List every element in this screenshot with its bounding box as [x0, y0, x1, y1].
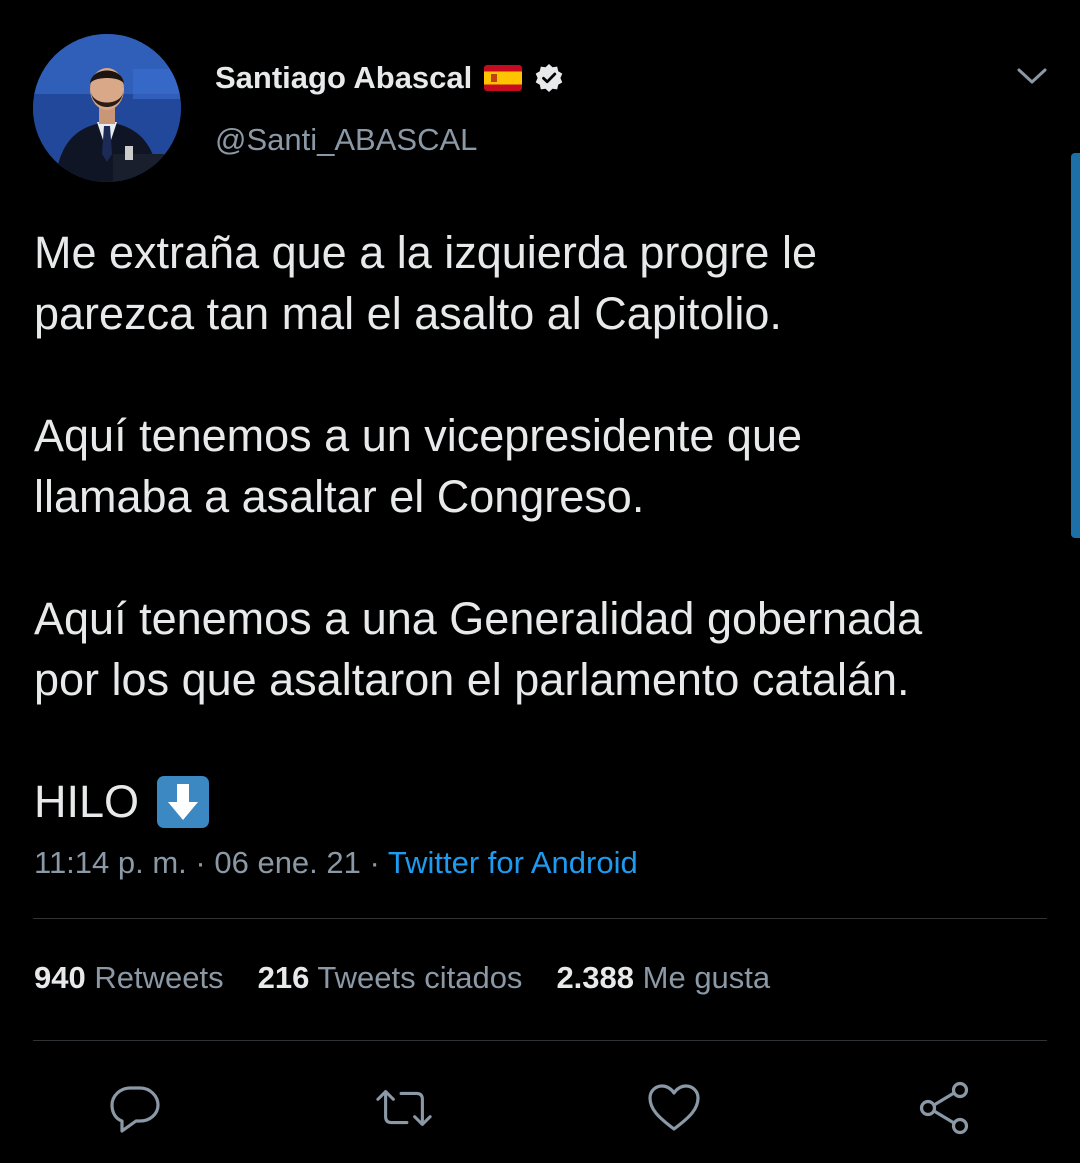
tweet-line: parezca tan mal el asalto al Capitolio.: [34, 288, 782, 339]
tweet-stats: 940 Retweets 216 Tweets citados 2.388 Me…: [34, 960, 770, 996]
like-button[interactable]: [644, 1078, 704, 1138]
chevron-down-icon[interactable]: [1014, 62, 1050, 90]
thread-label: HILO: [34, 776, 140, 827]
share-icon: [919, 1081, 969, 1135]
reply-icon: [110, 1086, 160, 1133]
tweet-line: Me extraña que a la izquierda progre le: [34, 227, 817, 278]
quotes-stat[interactable]: 216 Tweets citados: [258, 960, 523, 996]
retweet-icon: [376, 1090, 432, 1126]
retweets-label: Retweets: [94, 960, 224, 995]
tweet-line: Aquí tenemos a un vicepresidente que: [34, 410, 803, 461]
reply-button[interactable]: [105, 1078, 165, 1138]
quotes-count: 216: [257, 960, 310, 995]
spain-flag-icon: [484, 65, 523, 91]
likes-stat[interactable]: 2.388 Me gusta: [556, 960, 770, 996]
retweet-button[interactable]: [374, 1078, 434, 1138]
divider: [33, 1040, 1047, 1041]
likes-label: Me gusta: [642, 960, 771, 995]
meta-separator: ·: [186, 845, 215, 880]
tweet-line: llamaba a asaltar el Congreso.: [34, 471, 645, 522]
scrollbar[interactable]: [1071, 153, 1080, 538]
author-handle[interactable]: @Santi_ABASCAL: [215, 122, 477, 158]
divider: [33, 918, 1047, 919]
down-arrow-emoji: [155, 774, 211, 830]
quotes-label: Tweets citados: [317, 960, 523, 995]
tweet-line: por los que asaltaron el parlamento cata…: [34, 654, 910, 705]
share-button[interactable]: [914, 1078, 974, 1138]
likes-count: 2.388: [556, 960, 635, 995]
tweet-source-link[interactable]: Twitter for Android: [388, 845, 638, 880]
tweet-line: Aquí tenemos a una Generalidad gobernada: [34, 593, 923, 644]
tweet-meta: 11:14 p. m. · 06 ene. 21 · Twitter for A…: [34, 845, 638, 881]
tweet-date[interactable]: 06 ene. 21: [214, 845, 361, 880]
author-display-name[interactable]: Santiago Abascal: [215, 60, 472, 96]
verified-badge-icon: [534, 63, 564, 93]
tweet-text: Me extraña que a la izquierda progre le …: [34, 222, 1044, 832]
retweets-count: 940: [34, 960, 86, 995]
tweet-time[interactable]: 11:14 p. m.: [34, 845, 187, 880]
retweets-stat[interactable]: 940 Retweets: [34, 960, 224, 996]
meta-separator: ·: [360, 845, 388, 880]
heart-icon: [648, 1084, 700, 1131]
avatar[interactable]: [33, 34, 181, 182]
thread-line: HILO: [34, 771, 1044, 832]
avatar-image: [33, 34, 181, 182]
author-name-row: Santiago Abascal: [215, 58, 564, 98]
